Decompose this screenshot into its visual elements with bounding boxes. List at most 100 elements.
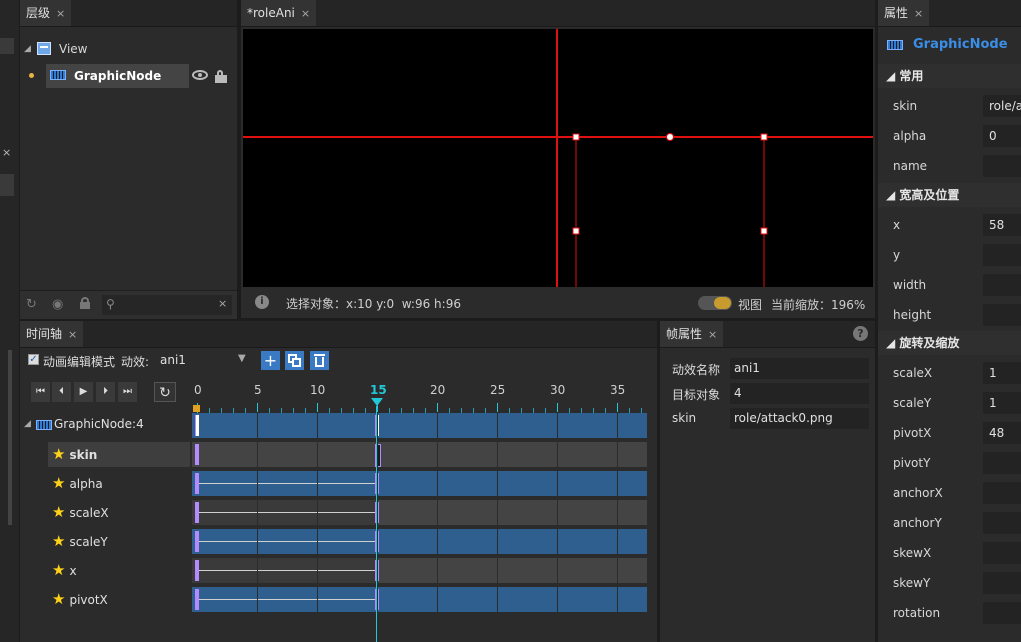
prop-input-anchorX[interactable] <box>983 482 1021 504</box>
prop-input-scaleY[interactable]: 1 <box>983 392 1021 414</box>
copy-button[interactable] <box>285 351 304 370</box>
close-icon[interactable]: × <box>68 328 77 341</box>
prev-frame-button[interactable]: ⏴ <box>52 382 71 402</box>
prop-input-alpha[interactable]: 0 <box>983 125 1021 147</box>
keyframe-marker[interactable] <box>195 560 199 581</box>
tree-item-graphicnode[interactable]: GraphicNode <box>46 64 189 88</box>
close-icon[interactable]: × <box>914 7 923 20</box>
close-icon[interactable]: × <box>56 7 65 20</box>
timeline-ruler[interactable] <box>192 402 647 413</box>
keyframe-marker[interactable] <box>195 473 199 494</box>
track-label-scaleX[interactable]: ★ scaleX <box>48 500 190 525</box>
anim-select[interactable]: ani1 ▼ <box>154 350 250 370</box>
first-frame-button[interactable]: ⏮ <box>31 382 50 402</box>
loop-button[interactable]: ↻ <box>154 382 176 402</box>
start-marker[interactable] <box>193 405 200 412</box>
anim-edit-checkbox[interactable]: ✓ <box>28 354 39 365</box>
refresh-icon[interactable]: ↻ <box>26 297 37 312</box>
node-expand-icon[interactable]: ◢ <box>24 419 31 429</box>
tree-expand-icon[interactable]: ◢ <box>24 44 31 54</box>
close-icon[interactable]: × <box>301 7 310 20</box>
handle-top-right[interactable] <box>760 133 768 141</box>
prop-input-name[interactable] <box>983 155 1021 177</box>
play-button[interactable]: ▶ <box>74 382 93 402</box>
section-common[interactable]: ◢ 常用 <box>878 64 1021 88</box>
playhead-head[interactable] <box>371 398 383 406</box>
handle-top-left[interactable] <box>572 133 580 141</box>
track-label-alpha[interactable]: ★ alpha <box>48 471 190 496</box>
view-toggle-label: 视图 <box>738 298 763 312</box>
track-row-x[interactable] <box>192 558 647 583</box>
prop-input-anchorY[interactable] <box>983 512 1021 534</box>
section-rot-scale[interactable]: ◢ 旋转及缩放 <box>878 331 1021 355</box>
keyframe-marker[interactable] <box>195 531 199 552</box>
chevron-down-icon: ▼ <box>238 353 246 364</box>
keyframe-marker[interactable] <box>195 415 199 436</box>
prop-input-pivotX[interactable]: 48 <box>983 422 1021 444</box>
edge-scrollbar[interactable] <box>8 350 12 525</box>
track-row-scaleY[interactable] <box>192 529 647 554</box>
prop-row-pivotX: pivotX 48 <box>878 419 1021 449</box>
prop-input-pivotY[interactable] <box>983 452 1021 474</box>
frame-prop-value[interactable]: ani1 <box>730 358 869 379</box>
track-label-skin[interactable]: ★ skin <box>48 442 190 467</box>
track-row-pivotX[interactable] <box>192 587 647 612</box>
next-frame-button[interactable]: ⏵ <box>96 382 115 402</box>
tab-roleani[interactable]: *roleAni × <box>241 0 317 26</box>
prop-input-y[interactable] <box>983 244 1021 266</box>
tab-timeline[interactable]: 时间轴 × <box>20 321 84 347</box>
lock-icon[interactable] <box>215 70 227 83</box>
prop-input-width[interactable] <box>983 274 1021 296</box>
keyframe-star-icon: ★ <box>52 532 66 550</box>
last-frame-button[interactable]: ⏭ <box>118 382 137 402</box>
scene-canvas[interactable] <box>243 29 873 287</box>
track-label-x[interactable]: ★ x <box>48 558 190 583</box>
frame-prop-value[interactable]: 4 <box>730 383 869 404</box>
visibility-icon[interactable]: ◉ <box>52 297 63 312</box>
keyframe-star-icon: ★ <box>52 474 66 492</box>
edge-tab-mid[interactable] <box>0 174 14 196</box>
prop-input-height[interactable] <box>983 304 1021 326</box>
tab-hierarchy[interactable]: 层级 × <box>20 0 72 26</box>
help-icon[interactable]: ? <box>853 326 868 341</box>
tree-item-view[interactable]: View <box>59 42 87 56</box>
track-label-text: skin <box>69 448 98 462</box>
view-toggle[interactable] <box>698 296 732 310</box>
handle-mid-left[interactable] <box>572 227 580 235</box>
prop-input-skin[interactable]: role/att <box>983 95 1021 117</box>
playhead-line[interactable] <box>376 406 377 642</box>
close-icon[interactable]: × <box>708 328 717 341</box>
prop-input-rotation[interactable] <box>983 602 1021 624</box>
hierarchy-tab-label: 层级 <box>26 6 51 20</box>
keyframe-star-icon: ★ <box>52 445 66 463</box>
tab-frame-props[interactable]: 帧属性 × <box>660 321 724 347</box>
prop-input-skewX[interactable] <box>983 542 1021 564</box>
section-rot-scale-label: 旋转及缩放 <box>899 336 960 350</box>
keyframe-marker[interactable] <box>195 444 199 465</box>
track-label-pivotX[interactable]: ★ pivotX <box>48 587 190 612</box>
lock-filter-icon[interactable] <box>80 297 90 309</box>
prop-row-scaleY: scaleY 1 <box>878 389 1021 419</box>
edge-close-icon[interactable]: × <box>2 146 11 159</box>
tab-properties[interactable]: 属性 × <box>878 0 930 26</box>
node-track-row[interactable] <box>192 413 647 438</box>
handle-mid-right[interactable] <box>760 227 768 235</box>
add-keyframe-button[interactable]: + <box>261 351 280 370</box>
section-size-pos[interactable]: ◢ 宽高及位置 <box>878 183 1021 207</box>
track-row-skin[interactable] <box>192 442 647 467</box>
eye-icon[interactable] <box>192 70 208 80</box>
handle-top-mid[interactable] <box>666 133 674 141</box>
prop-input-skewY[interactable] <box>983 572 1021 594</box>
track-row-alpha[interactable] <box>192 471 647 496</box>
prop-input-scaleX[interactable]: 1 <box>983 362 1021 384</box>
prop-input-x[interactable]: 58 <box>983 214 1021 236</box>
frame-prop-value[interactable]: role/attack0.png <box>730 408 869 429</box>
keyframe-marker[interactable] <box>195 502 199 523</box>
search-input[interactable]: ⚲ × <box>102 295 232 315</box>
search-clear-icon[interactable]: × <box>218 297 227 310</box>
track-label-scaleY[interactable]: ★ scaleY <box>48 529 190 554</box>
track-row-scaleX[interactable] <box>192 500 647 525</box>
edge-tab-top[interactable] <box>0 38 14 54</box>
keyframe-marker[interactable] <box>195 589 199 610</box>
delete-button[interactable] <box>310 351 329 370</box>
